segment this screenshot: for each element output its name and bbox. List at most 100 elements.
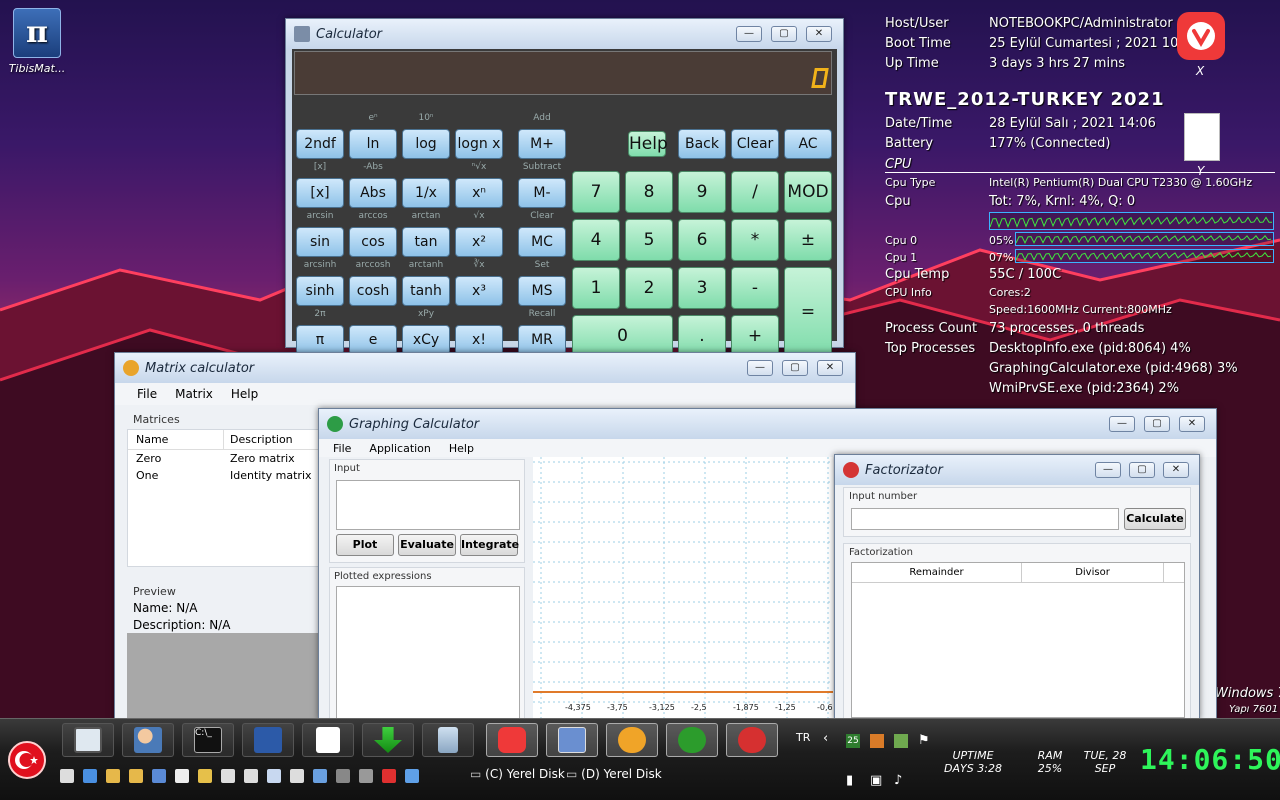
taskbar-computer[interactable] [62,723,114,757]
quick-launch-icon[interactable] [405,769,419,783]
network-icon[interactable]: ▣ [870,773,882,788]
calc-button[interactable]: xCy [402,325,450,355]
quick-launch-icon[interactable] [83,769,97,783]
column-header-name[interactable]: Name [128,430,224,449]
calc-button[interactable]: [x] [296,178,344,208]
calc-button[interactable]: xⁿ [455,178,503,208]
calc-button[interactable]: tan [402,227,450,257]
calc-button[interactable]: ln [349,129,397,159]
equals-button[interactable]: = [784,267,832,357]
volume-icon[interactable]: ♪ [894,773,902,788]
quick-launch-icon[interactable] [336,769,350,783]
quick-launch-icon[interactable] [60,769,74,783]
calc-button[interactable]: Abs [349,178,397,208]
calc-button[interactable]: MS [518,276,566,306]
calc-button[interactable]: M- [518,178,566,208]
clear-button[interactable]: Clear [731,129,779,159]
menu-help[interactable]: Help [449,442,474,455]
drive-c-link[interactable]: ▭ (C) Yerel Disk [470,767,565,781]
calc-button[interactable]: cos [349,227,397,257]
drive-d-link[interactable]: ▭ (D) Yerel Disk [566,767,662,781]
key-button[interactable]: * [731,219,779,261]
calc-button[interactable]: M+ [518,129,566,159]
quick-launch-icon[interactable] [267,769,281,783]
key-button[interactable]: 4 [572,219,620,261]
menu-application[interactable]: Application [369,442,430,455]
close-button[interactable]: ✕ [817,360,843,376]
number-input[interactable] [851,508,1119,530]
close-button[interactable]: ✕ [1179,416,1205,432]
taskbar-download[interactable] [362,723,414,757]
key-button[interactable]: 3 [678,267,726,309]
back-button[interactable]: Back [678,129,726,159]
factorization-table[interactable]: Remainder Divisor [851,562,1185,718]
calculator-window[interactable]: Calculator — ▢ ✕ 2ndf eⁿ ln 10ⁿ log logn x Add… [285,18,844,357]
expression-input[interactable] [336,480,520,530]
close-button[interactable]: ✕ [806,26,832,42]
key-button-plus[interactable]: + [731,315,779,357]
key-button[interactable]: MOD [784,171,832,213]
taskbar-vivaldi[interactable] [486,723,538,757]
tibismat-desktop-icon[interactable]: π TibisMat... [6,8,68,75]
quick-launch-icon[interactable] [152,769,166,783]
calc-button[interactable]: sin [296,227,344,257]
key-button[interactable]: / [731,171,779,213]
graphing-titlebar[interactable]: Graphing Calculator [319,409,1216,439]
evaluate-button[interactable]: Evaluate [398,534,456,556]
maximize-button[interactable]: ▢ [782,360,808,376]
matrices-list[interactable]: Name Description Zero Zero matrix One Iden… [127,429,327,567]
taskbar-cmd[interactable]: C:\_ [182,723,234,757]
key-button[interactable]: 5 [625,219,673,261]
calc-button[interactable]: tanh [402,276,450,306]
taskbar-matrix[interactable] [606,723,658,757]
taskbar-users[interactable] [122,723,174,757]
graph-canvas[interactable]: -4,375 -3,75 -3,125 -2,5 -1,875 -1,25 -0,62 [533,457,833,719]
quick-launch-icon[interactable] [290,769,304,783]
calc-button[interactable]: MC [518,227,566,257]
quick-launch-icon[interactable] [106,769,120,783]
minimize-button[interactable]: — [1109,416,1135,432]
key-button[interactable]: - [731,267,779,309]
quick-launch-icon[interactable] [198,769,212,783]
matrix-titlebar[interactable]: Matrix calculator [115,353,855,383]
calculate-button[interactable]: Calculate [1124,508,1186,530]
minimize-button[interactable]: — [747,360,773,376]
minimize-button[interactable]: — [736,26,762,42]
key-button-zero[interactable]: 0 [572,315,673,357]
calc-button[interactable]: cosh [349,276,397,306]
key-button[interactable]: ± [784,219,832,261]
calc-button[interactable]: x! [455,325,503,355]
help-button[interactable]: Help [628,131,668,157]
vivaldi-desktop-icon[interactable] [1177,12,1225,60]
calc-button[interactable]: sinh [296,276,344,306]
key-button[interactable]: 2 [625,267,673,309]
quick-launch-icon[interactable] [221,769,235,783]
menu-help[interactable]: Help [231,387,258,401]
flag-icon[interactable]: ⚑ [918,733,930,748]
quick-launch-icon[interactable] [244,769,258,783]
language-indicator[interactable]: TR [796,731,810,744]
calc-button[interactable]: log [402,129,450,159]
taskbar-notepad[interactable] [302,723,354,757]
calc-button[interactable]: π [296,325,344,355]
key-button[interactable]: 7 [572,171,620,213]
quick-launch-icon[interactable] [175,769,189,783]
plotted-list[interactable] [336,586,520,720]
start-button[interactable] [8,741,46,779]
tray-expand-icon[interactable]: ‹ [823,731,828,746]
tray-counter-icon[interactable]: 25 [846,734,860,748]
taskbar-calculator[interactable] [546,723,598,757]
calc-button[interactable]: x² [455,227,503,257]
calc-button[interactable]: 1/x [402,178,450,208]
taskbar-recycle-bin[interactable] [422,723,474,757]
quick-launch-icon[interactable] [382,769,396,783]
maximize-button[interactable]: ▢ [771,26,797,42]
calc-button[interactable]: e [349,325,397,355]
calc-button[interactable]: 2ndf [296,129,344,159]
taskbar-graphing[interactable] [666,723,718,757]
close-button[interactable]: ✕ [1163,462,1189,478]
tray-app-icon[interactable] [870,734,884,748]
integrate-button[interactable]: Integrate [460,534,519,556]
taskbar-powershell[interactable] [242,723,294,757]
minimize-button[interactable]: — [1095,462,1121,478]
